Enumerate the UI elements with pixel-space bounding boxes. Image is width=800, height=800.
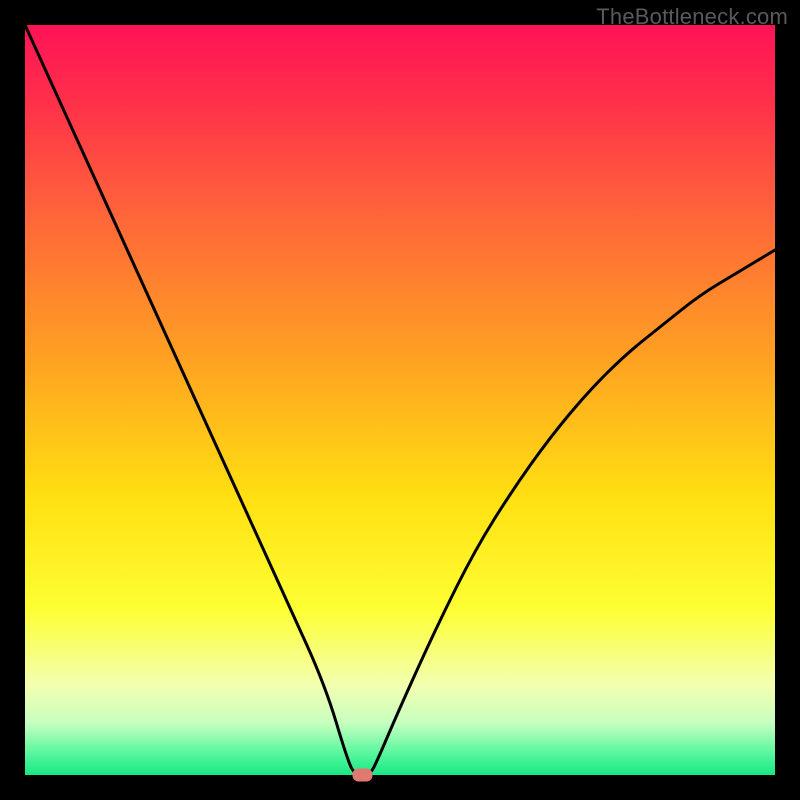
watermark-text: TheBottleneck.com — [596, 4, 788, 30]
bottleneck-chart — [0, 0, 800, 800]
min-marker — [353, 769, 373, 782]
chart-frame: TheBottleneck.com — [0, 0, 800, 800]
plot-background — [25, 25, 775, 775]
